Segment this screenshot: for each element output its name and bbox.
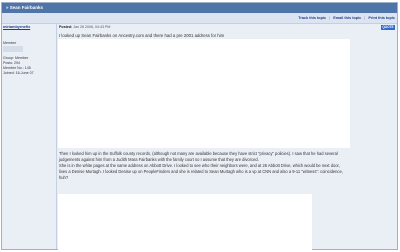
track-topic-link[interactable]: Track this topic (298, 16, 326, 20)
author-rank: Member (3, 41, 17, 45)
author-info: Group: Member Posts: 294 Member No.: 145… (3, 56, 34, 76)
email-topic-link[interactable]: Email this topic (333, 16, 361, 20)
post-body: Posted: Jan 26 2006, 04:43 PM QUOTE I lo… (57, 24, 397, 250)
link-separator: | (329, 16, 331, 20)
post-text-intro: I looked up Sean Fairbanks on Ancestry.c… (59, 33, 225, 38)
topic-options-bar: Track this topic | Email this topic | Pr… (2, 13, 397, 24)
quote-button[interactable]: QUOTE (381, 25, 395, 30)
posted-label: Posted: (59, 25, 73, 29)
post-row: miriambyrnefix Member Group: Member Post… (2, 24, 397, 250)
embedded-screenshot-image-2 (58, 194, 312, 250)
post-header: Posted: Jan 26 2006, 04:43 PM (59, 25, 110, 29)
topic-links: Track this topic | Email this topic | Pr… (296, 13, 395, 23)
rank-pips-image (3, 46, 23, 52)
author-joined: Joined: 16-June 07 (3, 71, 34, 75)
author-username[interactable]: miriambyrnefix (3, 25, 30, 29)
embedded-screenshot-image (58, 39, 350, 148)
author-panel: miriambyrnefix Member Group: Member Post… (2, 24, 57, 249)
forum-topic-panel: » Sean Fairbanks Track this topic | Emai… (1, 2, 398, 250)
post-text-line: huh? (59, 175, 69, 180)
post-date: Jan 26 2006, 04:43 PM (73, 25, 111, 29)
topic-title-bar: » Sean Fairbanks (2, 3, 397, 13)
post-text-main: Then I looked him up in the Suffolk coun… (59, 151, 395, 181)
topic-title: » Sean Fairbanks (6, 5, 44, 10)
link-separator: | (364, 16, 366, 20)
print-topic-link[interactable]: Print this topic (368, 16, 395, 20)
